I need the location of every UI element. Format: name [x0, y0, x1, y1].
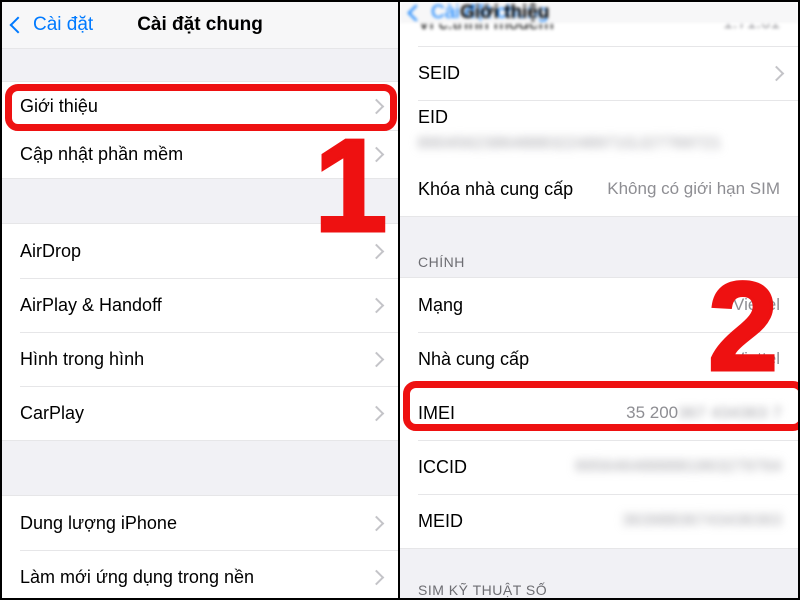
chevron-right-icon — [368, 243, 385, 259]
row-meid: MEID 36398836743436363 — [400, 494, 798, 548]
row-airdrop[interactable]: AirDrop — [2, 224, 398, 278]
row-nha-cung-cap: Nhà cung cấp Viettel — [400, 332, 798, 386]
left-navbar: Cài đặt Cài đặt chung — [2, 2, 398, 48]
row-label: Làm mới ứng dụng trong nền — [20, 566, 254, 587]
row-airplay-handoff[interactable]: AirPlay & Handoff — [2, 278, 398, 332]
row-khoa-nha-cung-cap: Khóa nhà cung cấp Không có giới hạn SIM — [400, 162, 798, 216]
row-carplay[interactable]: CarPlay — [2, 386, 398, 440]
left-group-1: Giới thiệu Cập nhật phần mềm — [2, 82, 398, 178]
list-spacer-1 — [2, 178, 398, 224]
chevron-left-icon — [9, 16, 27, 33]
row-label: EID — [418, 107, 449, 127]
row-value-redacted: 36398836743436363 — [622, 512, 782, 529]
left-group-2: AirDrop AirPlay & Handoff Hình trong hìn… — [2, 224, 398, 440]
row-label: Hình trong hình — [20, 348, 145, 369]
row-label: Khóa nhà cung cấp — [418, 178, 574, 199]
back-button-general-settings[interactable]: Cài đặt chung — [400, 2, 548, 24]
row-value-redacted: 8904562386488832248971GJ27769721 — [418, 135, 722, 152]
row-gioi-thieu[interactable]: Giới thiệu — [2, 82, 398, 130]
section-header-label: SIM KỸ THUẬT SỐ — [418, 582, 548, 598]
chevron-right-icon — [368, 569, 385, 585]
chevron-right-icon — [368, 515, 385, 531]
row-iccid: ICCID 8956464888881863279764 — [400, 440, 798, 494]
row-value-redacted: 8956464888881863279764 — [575, 458, 782, 475]
row-label: IMEI — [418, 402, 456, 423]
chevron-right-icon — [368, 405, 385, 421]
row-label: Mạng — [418, 294, 464, 315]
row-seid[interactable]: SEID — [400, 46, 798, 100]
section-header-label: CHÍNH — [418, 254, 465, 270]
list-spacer-2 — [2, 440, 398, 496]
screenshot-root: Cài đặt Cài đặt chung Giới thiệu Cập nhậ… — [0, 0, 800, 600]
section-header-sim-ky-thuat-so: SIM KỸ THUẬT SỐ — [400, 548, 798, 598]
right-panel-about: Cài đặt chung Giới thiệu Vi c.trình mode… — [398, 2, 798, 598]
left-group-3: Dung lượng iPhone Làm mới ứng dụng trong… — [2, 496, 398, 598]
left-panel-general-settings: Cài đặt Cài đặt chung Giới thiệu Cập nhậ… — [2, 2, 398, 598]
row-mang: Mạng Viettel — [400, 278, 798, 332]
list-spacer-top — [2, 48, 398, 82]
row-cap-nhat-phan-mem[interactable]: Cập nhật phần mềm — [2, 130, 398, 178]
row-label: Vi c.trình modem — [418, 24, 554, 34]
chevron-right-icon — [768, 65, 785, 81]
row-label: Cập nhật phần mềm — [20, 143, 184, 164]
chevron-right-icon — [368, 146, 385, 162]
imei-value-redacted: 367 434363 7 — [678, 405, 782, 422]
row-label: ICCID — [418, 456, 467, 477]
section-header-chinh: CHÍNH — [400, 216, 798, 278]
chevron-right-icon — [368, 351, 385, 367]
row-label: AirPlay & Handoff — [20, 294, 162, 315]
row-label: MEID — [418, 510, 463, 531]
row-label: SEID — [418, 62, 461, 83]
row-label: Nhà cung cấp — [418, 348, 530, 369]
imei-value-visible: 35 200 — [626, 403, 679, 422]
row-imei[interactable]: IMEI 35 200 367 434363 7 — [400, 386, 798, 440]
row-value: Không có giới hạn SIM — [607, 179, 780, 198]
row-label: CarPlay — [20, 402, 85, 423]
row-value: 35 200 367 434363 7 — [626, 403, 782, 423]
right-navbar: Cài đặt chung Giới thiệu — [400, 2, 798, 24]
row-label: Giới thiệu — [20, 95, 98, 116]
right-group-top: Vi c.trình modem 1.71.01 SEID EID 890456… — [400, 24, 798, 216]
right-group-chinh: Mạng Viettel Nhà cung cấp Viettel IMEI 3… — [400, 278, 798, 548]
back-button-settings[interactable]: Cài đặt — [2, 14, 93, 36]
chevron-right-icon — [368, 297, 385, 313]
row-label: AirDrop — [20, 240, 82, 261]
row-value: 1.71.01 — [723, 24, 782, 33]
row-value: Viettel — [733, 295, 780, 314]
row-lam-moi-ung-dung-trong-nen[interactable]: Làm mới ứng dụng trong nền — [2, 550, 398, 598]
row-label: Dung lượng iPhone — [20, 512, 177, 533]
row-value: Viettel — [733, 349, 780, 368]
row-eid[interactable]: EID 8904562386488832248971GJ27769721 — [400, 100, 798, 162]
chevron-right-icon — [368, 98, 385, 114]
row-hinh-trong-hinh[interactable]: Hình trong hình — [2, 332, 398, 386]
row-modem-firmware: Vi c.trình modem 1.71.01 — [400, 24, 798, 46]
chevron-left-icon — [407, 4, 425, 21]
back-button-label: Cài đặt chung — [431, 2, 549, 23]
row-dung-luong-iphone[interactable]: Dung lượng iPhone — [2, 496, 398, 550]
back-button-label: Cài đặt — [33, 14, 94, 35]
